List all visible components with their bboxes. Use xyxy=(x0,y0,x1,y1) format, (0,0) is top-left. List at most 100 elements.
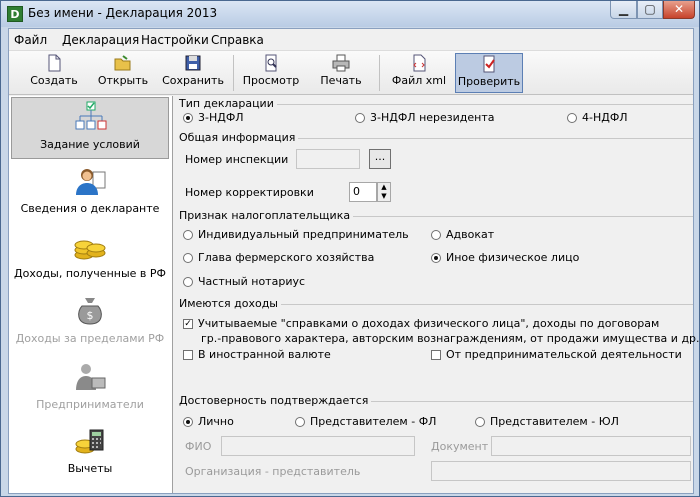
preview-icon xyxy=(265,54,277,72)
certificate-income-label-2: гр.-правового характера, авторским возна… xyxy=(201,332,700,345)
group-title: Общая информация xyxy=(179,131,299,144)
radio-personally[interactable] xyxy=(183,417,193,427)
xml-file-button[interactable]: Файл xml xyxy=(387,53,451,93)
preview-button[interactable]: Просмотр xyxy=(239,53,303,93)
print-label: Печать xyxy=(320,74,362,87)
maximize-button[interactable]: ▢ xyxy=(637,1,663,19)
declaration-type-group: Тип декларации 3-НДФЛ 3-НДФЛ нерезидента… xyxy=(179,97,693,130)
inspection-label: Номер инспекции xyxy=(185,153,289,166)
money-bag-icon: $ xyxy=(78,298,102,325)
radio-representative-legal[interactable] xyxy=(475,417,485,427)
sidebar-item-deductions[interactable]: Вычеты xyxy=(11,422,169,484)
title-bar: D Без имени - Декларация 2013 ▁ ▢ ✕ xyxy=(1,1,699,27)
document-field[interactable] xyxy=(491,436,691,456)
income-group: Имеются доходы ✓ Учитываемые "справками … xyxy=(179,297,700,394)
correction-number-field[interactable]: 0 xyxy=(349,182,377,202)
radio-3ndfl[interactable] xyxy=(183,113,193,123)
organization-field[interactable] xyxy=(431,461,691,481)
fio-field[interactable] xyxy=(221,436,415,456)
checkbox-foreign-currency[interactable] xyxy=(183,350,193,360)
checkbox-business-income[interactable] xyxy=(431,350,441,360)
conditions-tree-icon xyxy=(75,101,107,130)
sidebar-item-declarant[interactable]: Сведения о декларанте xyxy=(11,162,169,224)
sidebar-item-conditions[interactable]: Задание условий xyxy=(11,97,169,159)
correction-spinner[interactable]: ▲ ▼ xyxy=(377,182,391,202)
print-button[interactable]: Печать xyxy=(311,53,371,93)
open-label: Открыть xyxy=(97,74,149,87)
radio-representative-individual[interactable] xyxy=(295,417,305,427)
organization-label: Организация - представитель xyxy=(185,465,361,478)
sidebar-item-entrepreneurs[interactable]: Предприниматели xyxy=(11,358,169,420)
foreign-currency-label: В иностранной валюте xyxy=(198,348,331,361)
open-folder-icon xyxy=(114,55,131,71)
window-title: Без имени - Декларация 2013 xyxy=(28,6,218,20)
close-button[interactable]: ✕ xyxy=(663,1,695,19)
new-document-icon xyxy=(48,54,61,72)
check-label: Проверить xyxy=(457,75,521,88)
toolbar: Создать Открыть Сохранить Просмотр Печат… xyxy=(9,51,693,95)
save-label: Сохранить xyxy=(162,74,224,87)
checkbox-certificate-income[interactable]: ✓ xyxy=(183,319,193,329)
sidebar-item-income-abroad[interactable]: $ Доходы за пределами РФ xyxy=(11,292,169,354)
preview-label: Просмотр xyxy=(242,74,300,87)
group-title: Тип декларации xyxy=(179,97,277,110)
radio-3ndfl-nonresident-label: 3-НДФЛ нерезидента xyxy=(370,111,495,124)
inspection-number-field[interactable] xyxy=(296,149,360,169)
radio-notary-label: Частный нотариус xyxy=(198,275,306,288)
radio-entrepreneur[interactable] xyxy=(183,230,193,240)
person-icon xyxy=(76,169,106,195)
radio-4ndfl-label: 4-НДФЛ xyxy=(582,111,628,124)
radio-other-individual[interactable] xyxy=(431,253,441,263)
printer-icon xyxy=(332,54,350,72)
calculator-coins-icon xyxy=(75,429,104,454)
document-label: Документ xyxy=(431,440,489,453)
xml-file-label: Файл xml xyxy=(391,74,447,87)
entrepreneur-icon xyxy=(76,364,106,390)
radio-notary[interactable] xyxy=(183,277,193,287)
create-label: Создать xyxy=(30,74,78,87)
client-area: Файл Декларация Настройки Справка Создат… xyxy=(8,28,700,494)
minimize-button[interactable]: ▁ xyxy=(610,1,637,19)
main-panel: Тип декларации 3-НДФЛ 3-НДФЛ нерезидента… xyxy=(175,96,700,493)
menu-file[interactable]: Файл xyxy=(14,33,47,47)
radio-representative-individual-label: Представителем - ФЛ xyxy=(310,415,437,428)
group-title: Достоверность подтверждается xyxy=(179,394,372,407)
group-title: Признак налогоплательщика xyxy=(179,209,354,222)
sidebar-item-income-rf[interactable]: Доходы, полученные в РФ xyxy=(11,227,169,289)
radio-lawyer[interactable] xyxy=(431,230,441,240)
group-title: Имеются доходы xyxy=(179,297,281,310)
open-button[interactable]: Открыть xyxy=(93,53,153,93)
xml-file-icon xyxy=(413,54,426,72)
radio-farm-head-label: Глава фермерского хозяйства xyxy=(198,251,375,264)
radio-representative-legal-label: Представителем - ЮЛ xyxy=(490,415,619,428)
business-income-label: От предпринимательской деятельности xyxy=(446,348,682,361)
radio-entrepreneur-label: Индивидуальный предприниматель xyxy=(198,228,409,241)
browse-inspection-button[interactable]: ... xyxy=(369,149,391,169)
toolbar-separator xyxy=(379,55,380,91)
sidebar-item-label: Доходы, полученные в РФ xyxy=(14,267,166,280)
check-button[interactable]: Проверить xyxy=(455,53,523,93)
menu-settings[interactable]: Настройки xyxy=(141,33,209,47)
sidebar: Задание условий Сведения о декларанте До… xyxy=(9,96,173,493)
menu-declaration[interactable]: Декларация xyxy=(62,33,139,47)
radio-4ndfl[interactable] xyxy=(567,113,577,123)
save-disk-icon xyxy=(185,55,201,71)
radio-3ndfl-label: 3-НДФЛ xyxy=(198,111,244,124)
menu-help[interactable]: Справка xyxy=(211,33,264,47)
sidebar-item-label: Задание условий xyxy=(40,138,140,151)
confirmation-group: Достоверность подтверждается Лично Предс… xyxy=(179,394,693,491)
radio-lawyer-label: Адвокат xyxy=(446,228,495,241)
radio-farm-head[interactable] xyxy=(183,253,193,263)
toolbar-separator xyxy=(233,55,234,91)
check-document-icon xyxy=(483,55,495,73)
taxpayer-type-group: Признак налогоплательщика Индивидуальный… xyxy=(179,209,693,298)
create-button[interactable]: Создать xyxy=(23,53,85,93)
certificate-income-label-1: Учитываемые "справками о доходах физичес… xyxy=(198,317,660,330)
save-button[interactable]: Сохранить xyxy=(159,53,227,93)
menu-bar: Файл Декларация Настройки Справка xyxy=(9,29,693,51)
radio-3ndfl-nonresident[interactable] xyxy=(355,113,365,123)
sidebar-item-label: Предприниматели xyxy=(36,398,144,411)
fio-label: ФИО xyxy=(185,440,212,453)
radio-personally-label: Лично xyxy=(198,415,234,428)
sidebar-item-label: Доходы за пределами РФ xyxy=(15,332,165,345)
